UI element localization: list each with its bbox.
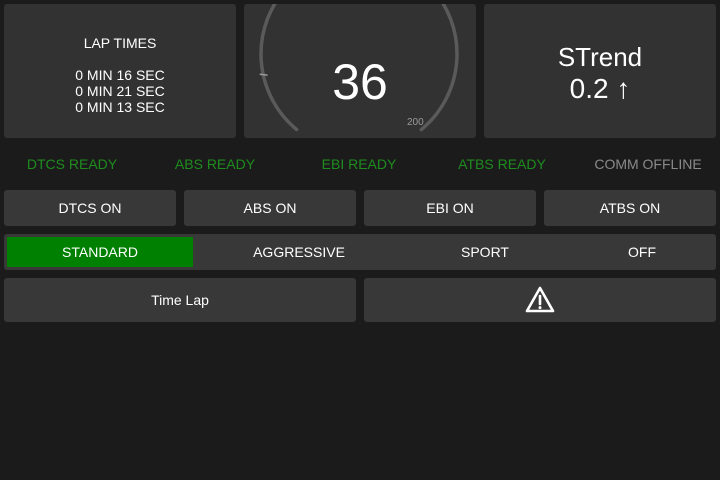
time-lap-button[interactable]: Time Lap [4,278,356,322]
strend-title: STrend [557,42,643,72]
mode-sport[interactable]: SPORT [395,237,575,267]
speed-value: 36 [332,54,388,110]
abs-toggle-button[interactable]: ABS ON [184,190,356,226]
mode-aggressive[interactable]: AGGRESSIVE [203,237,395,267]
mode-standard[interactable]: STANDARD [7,237,193,267]
atbs-toggle-button[interactable]: ATBS ON [544,190,716,226]
lap-times-panel: LAP TIMES 0 MIN 16 SEC 0 MIN 21 SEC 0 MI… [4,4,236,138]
speed-gauge-panel: 36 200 [244,4,476,138]
lap-time-entry: 0 MIN 13 SEC [75,99,165,115]
status-dtcs: DTCS READY [26,156,118,172]
warning-triangle-icon [525,286,555,313]
warning-button[interactable] [364,278,716,322]
mode-off[interactable]: OFF [575,237,709,267]
lap-time-entry: 0 MIN 21 SEC [75,83,165,99]
status-abs: ABS READY [174,156,256,172]
strend-value: 0.2 ↑ [569,73,631,104]
ebi-toggle-button[interactable]: EBI ON [364,190,536,226]
dtcs-toggle-button[interactable]: DTCS ON [4,190,176,226]
dashboard-screen: LAP TIMES 0 MIN 16 SEC 0 MIN 21 SEC 0 MI… [0,0,720,480]
lap-time-entry: 0 MIN 16 SEC [75,67,165,83]
lap-times-list: 0 MIN 16 SEC 0 MIN 21 SEC 0 MIN 13 SEC [4,67,236,115]
mode-selector: STANDARD AGGRESSIVE SPORT OFF [4,234,716,270]
gauge-max-label: 200 [407,117,424,128]
status-ebi: EBI READY [321,156,397,172]
status-comm: COMM OFFLINE [594,156,702,172]
status-atbs: ATBS READY [458,156,546,172]
strend-panel: STrend 0.2 ↑ [484,4,716,138]
lap-times-title: LAP TIMES [83,35,157,51]
